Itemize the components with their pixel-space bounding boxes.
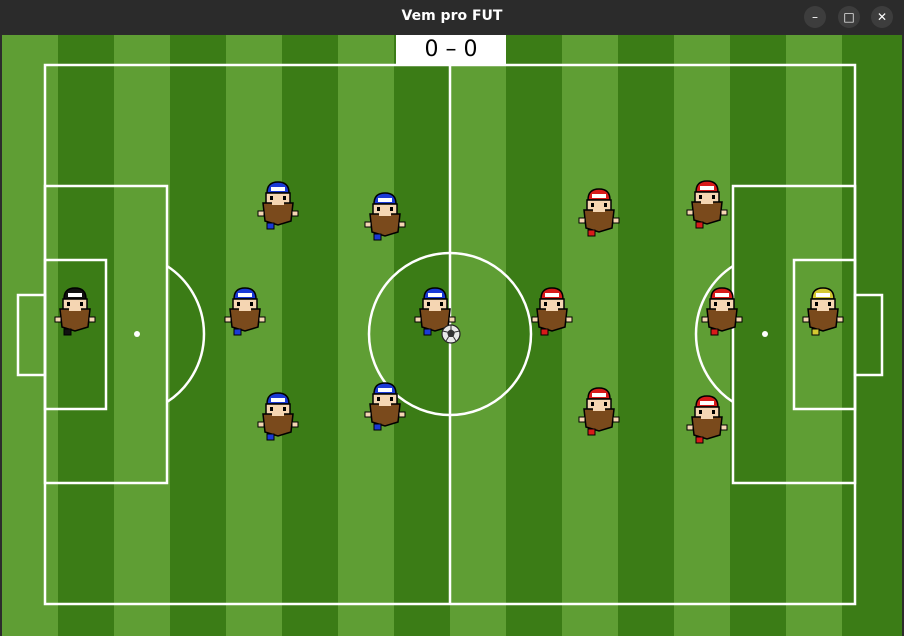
- player-blue: [364, 382, 406, 431]
- player-goalkeeper-left: [54, 287, 96, 336]
- left-penalty-spot: [134, 331, 140, 337]
- player-goalkeeper-right: [802, 287, 844, 336]
- scoreboard: 0 – 0: [396, 35, 506, 65]
- player-red: [686, 180, 728, 229]
- player-blue: [364, 192, 406, 241]
- minimize-button[interactable]: –: [804, 6, 826, 28]
- title-bar: Vem pro FUT – □ ✕: [0, 0, 904, 34]
- maximize-button[interactable]: □: [838, 6, 860, 28]
- close-button[interactable]: ✕: [871, 6, 893, 28]
- right-penalty-spot: [762, 331, 768, 337]
- player-red: [531, 287, 573, 336]
- player-blue: [224, 287, 266, 336]
- player-blue: [257, 392, 299, 441]
- right-goal: [853, 293, 884, 377]
- player-blue: [257, 181, 299, 230]
- left-goal: [16, 293, 47, 377]
- player-red: [578, 387, 620, 436]
- left-penalty-arc: [166, 264, 206, 404]
- player-red: [701, 287, 743, 336]
- window-title: Vem pro FUT: [401, 8, 503, 24]
- player-red: [686, 395, 728, 444]
- player-red: [578, 188, 620, 237]
- soccer-field: 0 – 0: [2, 35, 902, 636]
- soccer-ball-icon[interactable]: [441, 324, 461, 344]
